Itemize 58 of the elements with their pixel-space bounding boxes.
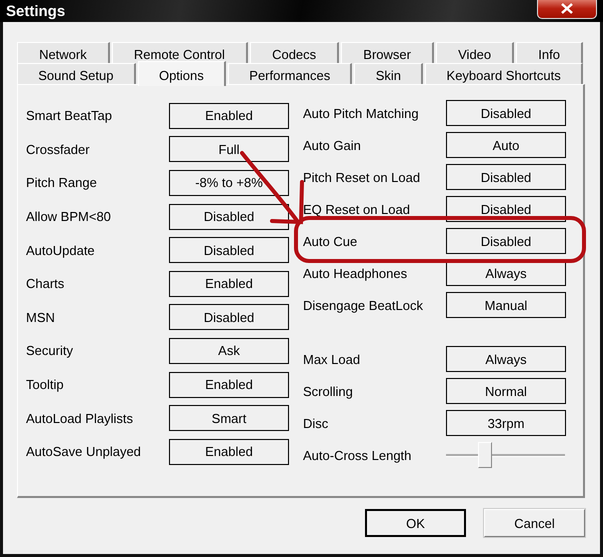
option-label: Auto Gain xyxy=(303,138,362,152)
tab[interactable]: Keyboard Shortcuts xyxy=(425,63,583,84)
option-value-button[interactable]: Disabled xyxy=(169,304,289,330)
tab[interactable]: Performances xyxy=(228,63,352,84)
option-label: Tooltip xyxy=(26,377,65,392)
option-label: Smart BeatTap xyxy=(26,108,113,124)
option-value-button[interactable]: Disabled xyxy=(446,100,566,126)
close-icon xyxy=(561,3,573,14)
option-label: Crossfader xyxy=(26,142,91,157)
window-title: Settings xyxy=(6,2,66,20)
option-value-button[interactable]: Manual xyxy=(446,292,566,318)
option-label: Allow BPM<80 xyxy=(26,209,112,224)
option-label: Security xyxy=(26,343,74,358)
option-value-button[interactable]: Ask xyxy=(169,338,289,364)
option-label: Disengage BeatLock xyxy=(303,298,424,312)
option-label: Auto Headphones xyxy=(303,266,408,280)
option-value-button[interactable]: Disabled xyxy=(169,237,289,264)
option-label: AutoSave Unplayed xyxy=(26,444,142,460)
option-label: Auto Cue xyxy=(303,234,358,248)
option-value-button[interactable]: Always xyxy=(446,346,566,372)
tab[interactable]: Video xyxy=(436,42,514,63)
option-label: Charts xyxy=(26,276,66,292)
tab[interactable]: Info xyxy=(516,42,584,63)
tab[interactable]: Sound Setup xyxy=(17,63,136,84)
option-label: Scrolling xyxy=(303,384,354,398)
dialog-button[interactable]: OK xyxy=(365,509,466,537)
option-value-button[interactable]: Normal xyxy=(446,378,566,404)
tab[interactable]: Remote Control xyxy=(112,42,248,63)
option-label: MSN xyxy=(26,310,56,325)
option-label: Auto-Cross Length xyxy=(303,448,412,462)
option-label: EQ Reset on Load xyxy=(303,202,411,216)
tab[interactable]: Network xyxy=(17,42,110,63)
option-value-button[interactable]: Enabled xyxy=(169,438,289,465)
option-value-button[interactable]: Smart xyxy=(169,405,289,432)
tab[interactable]: Codecs xyxy=(250,42,340,63)
option-value-button[interactable]: Disabled xyxy=(169,204,289,230)
option-value-button[interactable]: Enabled xyxy=(169,102,289,129)
tab[interactable]: Options xyxy=(138,61,226,86)
option-label: Auto Pitch Matching xyxy=(303,106,420,120)
option-value-button[interactable]: Auto xyxy=(446,132,566,158)
option-value-button[interactable]: Full xyxy=(169,136,289,162)
option-label: Pitch Reset on Load xyxy=(303,170,422,184)
option-label: AutoUpdate xyxy=(26,242,96,258)
option-label: Max Load xyxy=(303,352,362,366)
dialog-button[interactable]: Cancel xyxy=(484,509,585,537)
slider-thumb[interactable] xyxy=(478,442,492,468)
option-label: Disc xyxy=(303,416,330,430)
option-value-button[interactable]: Disabled xyxy=(446,228,566,254)
tab[interactable]: Browser xyxy=(341,42,434,63)
option-value-button[interactable]: 33rpm xyxy=(446,410,566,436)
option-value-button[interactable]: Enabled xyxy=(169,372,289,398)
option-value-button[interactable]: Enabled xyxy=(169,270,289,297)
option-label: AutoLoad Playlists xyxy=(26,410,134,426)
option-value-button[interactable]: Disabled xyxy=(446,164,566,190)
option-value-button[interactable]: -8% to +8% xyxy=(169,170,289,196)
tab[interactable]: Skin xyxy=(354,63,424,84)
close-button[interactable] xyxy=(537,0,597,19)
option-label: Pitch Range xyxy=(26,175,98,190)
